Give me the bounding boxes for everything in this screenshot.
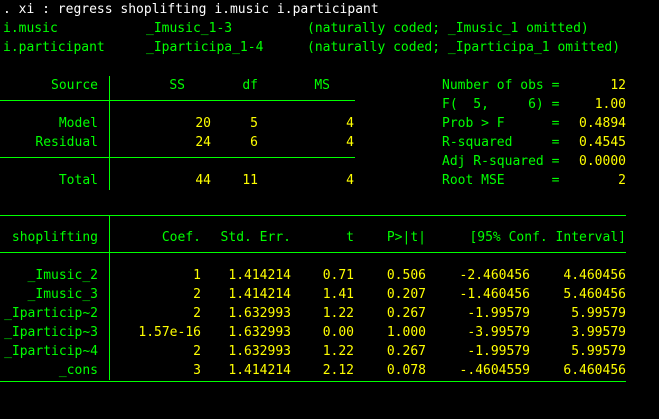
coef-header-rule [0,252,626,253]
stat-label: Prob > F = [442,116,560,131]
coef-column-rule [109,216,110,380]
xi-note-music: (naturally coded; _Imusic_1 omitted) [307,21,589,36]
anova-header-df: df [242,78,258,93]
anova-header-ss: SS [169,78,185,93]
stat-label: R-squared = [442,135,560,150]
coef-header-depvar: shoplifting [11,230,98,245]
stat-value: 0.0000 [579,154,626,169]
stat-value: 12 [610,78,626,93]
xi-note-participant: (naturally coded; _Iparticipa_1 omitted) [307,40,621,55]
xi-dummy-music: _Imusic_1-3 [146,21,233,36]
coef-header-coef: Coef. [161,230,201,245]
coef-header-t: t [346,230,354,245]
stat-value: 1.00 [594,97,626,112]
xi-var-music: i.music [3,21,58,36]
stat-label: Root MSE = [442,173,560,188]
anova-header-source: Source [51,78,98,93]
coef-header-ci: [95% Conf. Interval] [469,230,626,245]
stat-value: 0.4894 [579,116,626,131]
stat-label: Adj R-squared = [442,154,560,169]
anova-header-rule [0,100,355,101]
xi-var-participant: i.participant [3,40,105,55]
stat-value: 2 [618,173,626,188]
anova-column-rule [109,76,110,190]
xi-dummy-participant: _Iparticipa_1-4 [146,40,264,55]
stata-results-window: . xi : regress shoplifting i.music i.par… [0,0,659,419]
stat-label: Number of obs = [442,78,560,93]
command-line: . xi : regress shoplifting i.music i.par… [3,2,379,17]
coef-header-se: Std. Err. [220,230,291,245]
anova-header-ms: MS [314,78,330,93]
coef-top-rule [0,215,626,216]
coef-bottom-rule [0,381,626,382]
stat-value: 0.4545 [579,135,626,150]
coef-header-p: P>|t| [386,230,426,245]
stat-label: F( 5, 6) = [442,97,560,112]
anova-total-rule [0,157,355,158]
